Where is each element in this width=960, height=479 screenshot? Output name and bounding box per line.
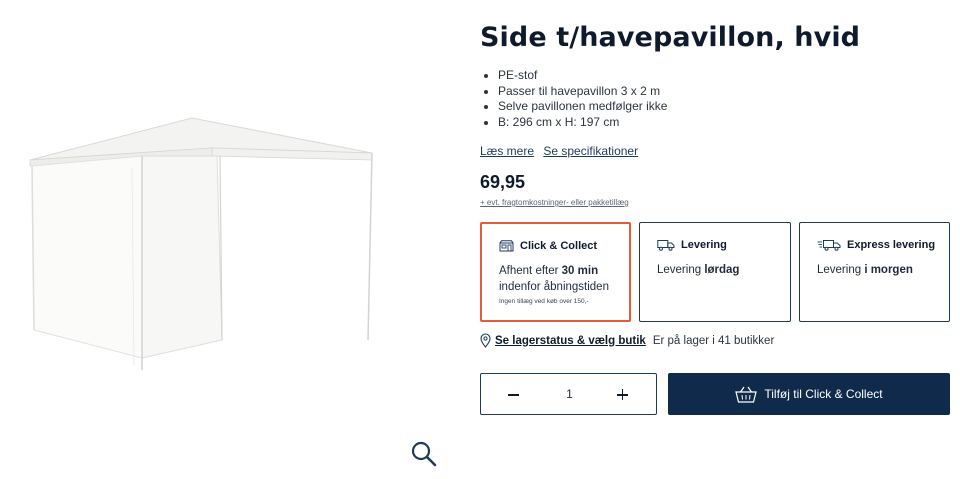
option-text-prefix: Levering [817,264,865,276]
store-icon [499,240,514,252]
option-text-prefix: Afhent efter [499,265,562,277]
delivery-option-click-collect[interactable]: Click & Collect Afhent efter 30 min inde… [480,222,631,322]
option-header: Click & Collect [499,240,597,252]
option-text: Afhent efter 30 min indenfor åbningstide… [499,264,609,295]
delivery-option-express[interactable]: Express levering Levering i morgen [799,222,950,322]
price: 69,95 [480,172,526,192]
option-title: Levering [681,239,727,251]
list-item: Selve pavillonen medfølger ikke [498,99,667,115]
add-to-click-collect-button[interactable]: Tilføj til Click & Collect [668,373,950,415]
quantity-stepper: 1 [480,373,657,415]
option-text-bold: lørdag [704,264,740,276]
express-truck-icon [817,240,841,251]
stock-status-link[interactable]: Se lagerstatus & vælg butik [495,335,646,347]
option-text-prefix: Levering [657,264,705,276]
option-note: Ingen tillæg ved køb over 150,- [499,298,589,305]
stock-count: Er på lager i 41 butikker [652,334,775,347]
quantity-value[interactable]: 1 [541,374,598,414]
basket-icon [735,386,758,403]
option-text-bold: 30 min [561,265,599,277]
decrease-quantity-button[interactable] [491,374,537,414]
option-header: Express levering [817,239,935,251]
option-title: Click & Collect [520,240,598,252]
list-item: PE-stof [498,68,667,84]
product-gallery [0,0,450,479]
list-item: B: 296 cm x H: 197 cm [498,115,667,131]
option-text-bold: i morgen [864,264,913,276]
page-title: Side t/havepavillon, hvid [480,22,861,53]
stock-status: Se lagerstatus & vælg butik Er på lager … [480,333,774,348]
feature-list: PE-stof Passer til havepavillon 3 x 2 m … [480,68,667,130]
magnifier-icon[interactable] [410,440,438,468]
option-text: Levering lørdag [657,263,739,279]
truck-icon [657,240,675,251]
option-header: Levering [657,239,727,251]
option-text: Levering i morgen [817,263,913,279]
shipping-fee-link[interactable]: + evt. fragtomkostninger- eller pakketil… [480,198,629,207]
option-text-line2: indenfor åbningstiden [499,280,609,293]
read-more-link[interactable]: Læs mere [480,144,534,158]
location-pin-icon [480,333,491,348]
list-item: Passer til havepavillon 3 x 2 m [498,84,667,100]
product-image [29,117,373,370]
add-to-cart-label: Tilføj til Click & Collect [764,387,883,401]
option-title: Express levering [847,239,936,251]
delivery-option-delivery[interactable]: Levering Levering lørdag [639,222,791,322]
product-links: Læs mere Se specifikationer [480,144,644,158]
increase-quantity-button[interactable] [600,374,646,414]
specifications-link[interactable]: Se specifikationer [543,144,638,158]
